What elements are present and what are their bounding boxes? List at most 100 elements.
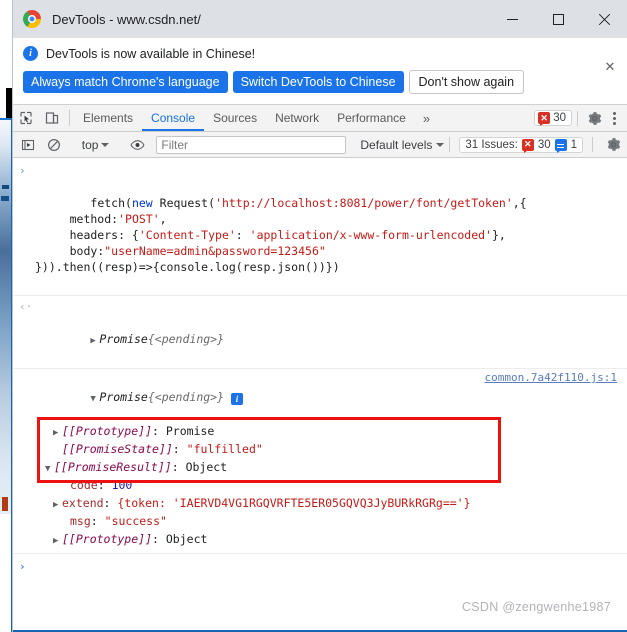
object-property-row[interactable]: code: 100: [13, 477, 627, 495]
promise-info-icon[interactable]: i: [230, 393, 243, 405]
promise-property-tree: ▶ [[Prototype]]: Promise [[PromiseState]]…: [13, 423, 627, 549]
code-token: "userName=admin&password=123456": [104, 244, 326, 258]
property-name: [[PromiseResult]]: [54, 460, 172, 474]
settings-gear-icon[interactable]: [583, 111, 605, 126]
console-prompt-line[interactable]: ›: [13, 554, 627, 580]
code-token: method:: [35, 212, 119, 226]
property-name: [[Prototype]]: [62, 424, 153, 438]
object-property-row[interactable]: ▶ [[Prototype]]: Object: [13, 531, 627, 549]
promise-value: {<pending>}: [147, 332, 225, 346]
filterbar-right-group: 31 Issues: ✕ 30 1: [444, 136, 627, 153]
logged-promise-label: Promise: [99, 390, 148, 404]
property-disclosure-triangle[interactable]: ▼: [45, 461, 54, 477]
devtools-tab-bar: Elements Console Sources Network Perform…: [13, 105, 627, 132]
issues-info-count: 1: [570, 138, 578, 151]
issues-label: 31 Issues:: [465, 138, 518, 151]
property-name: msg: [70, 514, 91, 528]
filterbar-right-divider-2: [592, 137, 594, 152]
minimize-button[interactable]: [489, 0, 535, 38]
tabbar-right-group: ✕ 30: [534, 105, 627, 131]
language-notification-banner: i DevTools is now available in Chinese! …: [13, 38, 627, 105]
always-match-language-button[interactable]: Always match Chrome's language: [23, 71, 228, 93]
tab-elements[interactable]: Elements: [74, 105, 142, 131]
code-token: ,{: [512, 196, 527, 210]
error-count-label: 30: [553, 112, 566, 124]
kebab-dot: [612, 111, 616, 115]
info-icon: i: [23, 46, 38, 61]
property-separator: :: [90, 514, 105, 528]
code-token: body:: [35, 244, 105, 258]
issues-summary-badge[interactable]: 31 Issues: ✕ 30 1: [459, 136, 584, 153]
property-indent-spacer: [61, 479, 70, 495]
return-gutter-icon: ‹·: [19, 300, 33, 313]
inspect-element-icon[interactable]: [13, 105, 39, 131]
tabbar-divider: [69, 110, 70, 126]
error-icon: ✕: [538, 112, 551, 126]
dont-show-again-button[interactable]: Don't show again: [408, 70, 525, 94]
code-token: },: [491, 228, 506, 242]
property-value: Object: [185, 460, 228, 474]
tab-network[interactable]: Network: [266, 105, 328, 131]
issues-error-count: 30: [537, 138, 551, 151]
switch-to-chinese-button[interactable]: Switch DevTools to Chinese: [232, 71, 404, 93]
property-value: "success": [104, 514, 167, 528]
device-toolbar-icon[interactable]: [39, 105, 65, 131]
logged-promise-value: {<pending>}: [147, 390, 225, 404]
log-levels-selector[interactable]: Default levels: [360, 137, 445, 152]
title-bar: DevTools - www.csdn.net/: [13, 0, 627, 38]
code-token: 'POST': [118, 212, 160, 226]
property-name: [[Prototype]]: [62, 532, 153, 546]
devtools-window: DevTools - www.csdn.net/ i DevTools is n…: [12, 0, 627, 632]
code-token: :: [235, 228, 250, 242]
property-value: Object: [165, 532, 208, 546]
banner-message-row: i DevTools is now available in Chinese!: [23, 46, 617, 61]
console-input-code: fetch(new Request('http://localhost:8081…: [35, 196, 527, 274]
object-property-row[interactable]: ▶ extend: {token: 'IAERVD4VG1RGQVRFTE5ER0…: [13, 495, 627, 513]
object-property-row[interactable]: ▼ [[PromiseResult]]: Object: [13, 459, 627, 477]
execution-context-selector[interactable]: top: [76, 138, 116, 152]
tab-performance[interactable]: Performance: [328, 105, 415, 131]
banner-message: DevTools is now available in Chinese!: [46, 46, 256, 61]
close-icon: [598, 13, 611, 26]
more-tabs-icon[interactable]: »: [415, 105, 438, 131]
property-name: [[PromiseState]]: [62, 442, 173, 456]
tab-sources[interactable]: Sources: [204, 105, 266, 131]
bg-artifact-1: [2, 185, 9, 189]
watermark-text: CSDN @zengwenhe1987: [461, 600, 611, 614]
chevron-down-icon: [101, 142, 110, 147]
console-return-entry: ‹· ▶ Promise{<pending>}: [13, 296, 627, 369]
property-separator: :: [152, 424, 166, 438]
property-disclosure-triangle[interactable]: ▶: [53, 533, 62, 549]
close-window-button[interactable]: [581, 0, 627, 38]
filter-input[interactable]: [156, 135, 347, 154]
property-disclosure-triangle[interactable]: ▶: [53, 497, 62, 513]
console-return-line: ‹· ▶ Promise{<pending>}: [13, 299, 627, 365]
clear-console-icon[interactable]: [41, 138, 67, 152]
code-token: headers: {: [35, 228, 139, 242]
property-disclosure-triangle[interactable]: ▶: [53, 425, 62, 441]
console-log-entry: common.7a42f110.js:1 ▼ Promise{<pending>}…: [13, 369, 627, 554]
maximize-icon: [552, 13, 564, 25]
property-separator: :: [152, 532, 166, 546]
error-count-badge[interactable]: ✕ 30: [534, 110, 572, 126]
issues-info-icon: [554, 138, 567, 153]
live-expression-eye-icon[interactable]: [124, 138, 150, 152]
more-options-kebab-icon[interactable]: [605, 111, 623, 125]
code-token: fetch(: [90, 196, 132, 210]
object-property-row[interactable]: msg: "success": [13, 513, 627, 531]
object-property-row[interactable]: [[PromiseState]]: "fulfilled": [13, 441, 627, 459]
console-output-area[interactable]: › fetch(new Request('http://localhost:80…: [13, 158, 627, 632]
banner-close-icon[interactable]: ✕: [603, 60, 617, 74]
property-separator: :: [103, 496, 118, 510]
maximize-button[interactable]: [535, 0, 581, 38]
property-indent-spacer: [53, 443, 62, 459]
chrome-logo-icon: [23, 10, 41, 28]
chevron-down-icon: [436, 142, 445, 147]
tab-console[interactable]: Console: [142, 105, 204, 131]
execute-snippet-icon[interactable]: [15, 138, 41, 152]
object-property-row[interactable]: ▶ [[Prototype]]: Promise: [13, 423, 627, 441]
console-settings-gear-icon[interactable]: [602, 137, 624, 152]
log-levels-label: Default levels: [360, 137, 433, 152]
bg-artifact-3: [2, 497, 8, 511]
property-separator: :: [97, 478, 112, 492]
